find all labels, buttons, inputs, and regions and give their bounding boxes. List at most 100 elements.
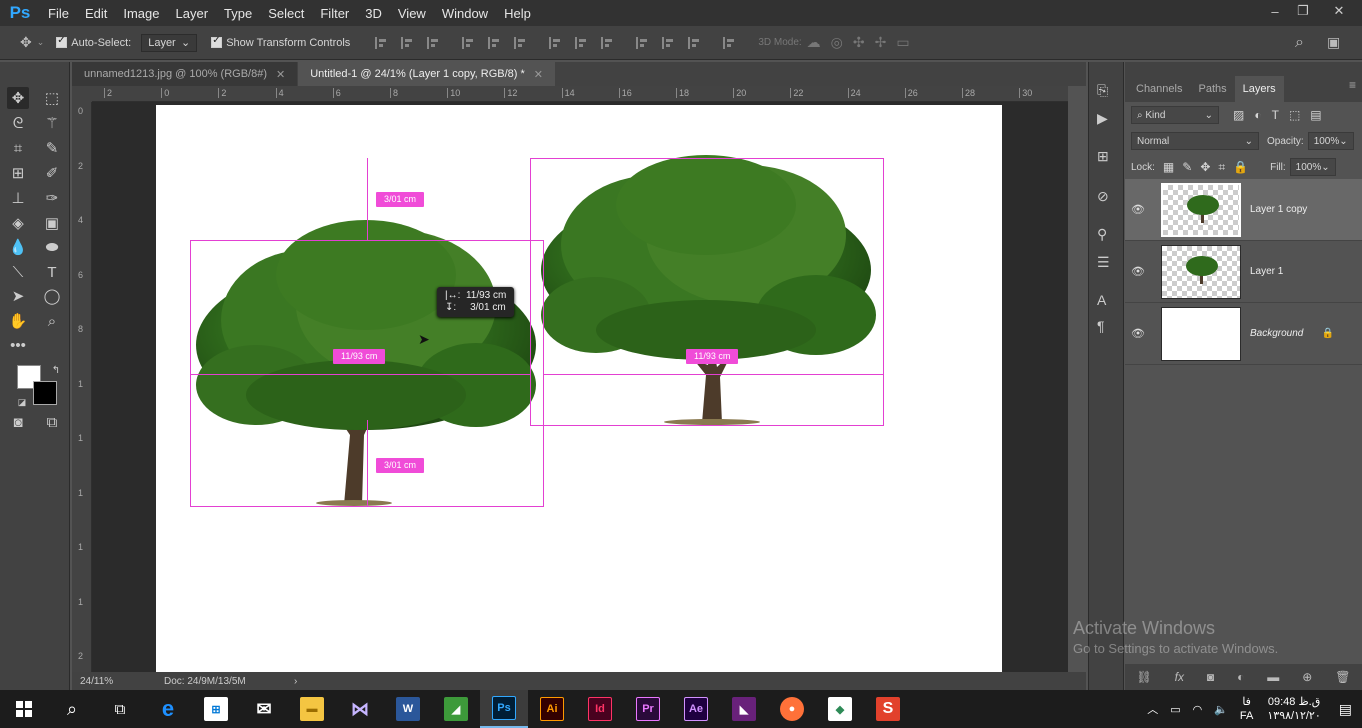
gradient-icon[interactable]: ▣ — [41, 212, 63, 234]
tool-preset-chevron-icon[interactable]: ⌄ — [37, 37, 45, 48]
3d-slide-icon[interactable]: ✢ — [875, 34, 887, 51]
filter-adjustment-icon[interactable]: ◐ — [1254, 108, 1261, 122]
taskbar-edge[interactable]: e — [144, 690, 192, 728]
blend-mode-dropdown[interactable]: Normal ⌄ — [1131, 132, 1259, 150]
path-select-icon[interactable]: ➤ — [7, 285, 29, 307]
filter-type-icon[interactable]: T — [1272, 108, 1279, 122]
close-icon[interactable]: ✕ — [534, 68, 543, 81]
filter-pixel-icon[interactable]: ▨ — [1233, 108, 1244, 122]
new-layer-icon[interactable]: ⊕ — [1302, 670, 1312, 684]
align-hcenter-icon[interactable] — [488, 36, 500, 49]
actions-panel-icon[interactable]: ▶ — [1097, 110, 1108, 127]
layer-name[interactable]: Layer 1 copy — [1250, 204, 1307, 215]
blur-tool-icon[interactable]: 💧 — [7, 236, 29, 258]
close-icon[interactable]: ✕ — [276, 68, 285, 81]
properties-panel-icon[interactable]: ☰ — [1097, 254, 1110, 271]
brush-tool-icon[interactable]: ✐ — [41, 162, 63, 184]
hand-tool-icon[interactable]: ✋ — [7, 310, 29, 332]
quick-mask-icon[interactable]: ◙ — [7, 411, 29, 433]
background-color-swatch[interactable] — [33, 381, 57, 405]
taskbar-mail[interactable]: ✉ — [240, 690, 288, 728]
3d-pan-icon[interactable]: ✣ — [853, 34, 865, 51]
status-menu-arrow[interactable]: › — [294, 676, 297, 687]
opacity-input[interactable]: 100% ⌄ — [1307, 132, 1354, 150]
menu-file[interactable]: File — [40, 6, 77, 21]
layer-row[interactable]: 👁 Layer 1 copy — [1125, 179, 1362, 241]
align-bottom-icon[interactable] — [427, 36, 439, 49]
character-panel-icon[interactable]: A — [1097, 292, 1106, 308]
swap-colors-icon[interactable]: ↰ — [45, 359, 67, 381]
task-view-button[interactable]: ⧉ — [96, 690, 144, 728]
pen-tool-icon[interactable]: ⟍ — [7, 261, 29, 283]
align-left-icon[interactable] — [462, 36, 474, 49]
layer-row[interactable]: 👁 Background 🔒 — [1125, 303, 1362, 365]
taskbar-store[interactable]: ⊞ — [192, 690, 240, 728]
transform-controls-checkbox[interactable] — [211, 35, 223, 48]
distribute-hcenter-icon[interactable] — [662, 36, 674, 49]
taskbar-premiere[interactable]: Pr — [624, 690, 672, 728]
screen-mode-icon[interactable]: ⧉ — [41, 411, 63, 433]
add-mask-icon[interactable]: ◙ — [1207, 670, 1214, 684]
distribute-top-icon[interactable] — [549, 36, 561, 49]
language-indicator[interactable]: فا FA — [1240, 695, 1253, 723]
search-icon[interactable]: ⌕ — [1295, 34, 1304, 52]
brushes-panel-icon[interactable]: ⚲ — [1097, 226, 1107, 243]
taskbar-explorer[interactable]: ▬ — [288, 690, 336, 728]
type-tool-icon[interactable]: T — [41, 261, 63, 283]
close-button[interactable]: ✕ — [1324, 0, 1354, 22]
magic-wand-icon[interactable]: ⚚ — [41, 112, 63, 134]
dodge-tool-icon[interactable]: ⬬ — [41, 236, 63, 258]
eraser-icon[interactable]: ◈ — [7, 212, 29, 234]
filter-smart-object-icon[interactable]: ▤ — [1310, 108, 1321, 122]
align-top-icon[interactable] — [375, 36, 387, 49]
tab-unnamed1213[interactable]: unnamed1213.jpg @ 100% (RGB/8#) ✕ — [72, 62, 298, 86]
minimize-button[interactable]: – — [1260, 0, 1290, 22]
taskbar-word[interactable]: W — [384, 690, 432, 728]
filter-shape-icon[interactable]: ⬚ — [1289, 108, 1300, 122]
layer-name[interactable]: Layer 1 — [1250, 266, 1283, 277]
menu-layer[interactable]: Layer — [168, 6, 217, 21]
start-button[interactable] — [0, 690, 48, 728]
move-tool-icon[interactable]: ✥ — [7, 87, 29, 109]
menu-view[interactable]: View — [390, 6, 434, 21]
adjustment-layer-icon[interactable]: ◐ — [1237, 670, 1244, 684]
lock-transparent-icon[interactable]: ▦ — [1163, 160, 1174, 174]
marquee-tool-icon[interactable]: ⬚ — [41, 87, 63, 109]
battery-icon[interactable]: ▭ — [1170, 703, 1180, 716]
distribute-bottom-icon[interactable] — [601, 36, 613, 49]
tab-untitled-1[interactable]: Untitled-1 @ 24/1% (Layer 1 copy, RGB/8)… — [298, 62, 555, 86]
move-tool-icon[interactable]: ✥ — [20, 34, 32, 51]
taskbar-aftereffects[interactable]: Ae — [672, 690, 720, 728]
menu-type[interactable]: Type — [216, 6, 260, 21]
taskbar-firefox[interactable]: ● — [768, 690, 816, 728]
menu-window[interactable]: Window — [434, 6, 496, 21]
taskbar-app-diamond[interactable]: ◆ — [816, 690, 864, 728]
menu-edit[interactable]: Edit — [77, 6, 115, 21]
distribute-right-icon[interactable] — [688, 36, 700, 49]
lock-all-icon[interactable]: 🔒 — [1233, 160, 1248, 174]
layer-row[interactable]: 👁 Layer 1 — [1125, 241, 1362, 303]
eye-icon[interactable]: 👁 — [1125, 203, 1151, 216]
3d-orbit-icon[interactable]: ☁ — [807, 34, 821, 51]
taskbar-indesign[interactable]: Id — [576, 690, 624, 728]
menu-filter[interactable]: Filter — [312, 6, 357, 21]
crop-tool-icon[interactable]: ⌗ — [7, 137, 29, 159]
taskbar-vs[interactable]: ⋈ — [336, 690, 384, 728]
chevron-up-icon[interactable]: ︿ — [1147, 701, 1158, 717]
clone-stamp-icon[interactable]: ⊥ — [7, 187, 29, 209]
healing-brush-icon[interactable]: ⊞ — [7, 162, 29, 184]
link-layers-icon[interactable]: ⛓ — [1136, 670, 1151, 684]
eye-icon[interactable]: 👁 — [1125, 327, 1151, 340]
vertical-scrollbar[interactable] — [1068, 102, 1086, 672]
adjustments-panel-icon[interactable]: ⊘ — [1097, 188, 1109, 205]
lock-position-icon[interactable]: ✥ — [1200, 160, 1210, 174]
fill-input[interactable]: 100% ⌄ — [1289, 158, 1336, 176]
menu-3d[interactable]: 3D — [357, 6, 390, 21]
distribute-vcenter-icon[interactable] — [575, 36, 587, 49]
panel-menu-icon[interactable]: ≡ — [1349, 78, 1356, 92]
lock-artboard-icon[interactable]: ⌗ — [1218, 160, 1225, 175]
taskbar-photoshop[interactable]: Ps — [480, 690, 528, 728]
trash-icon[interactable]: 🗑 — [1335, 670, 1350, 684]
menu-help[interactable]: Help — [496, 6, 539, 21]
history-panel-icon[interactable]: ⎘ — [1097, 82, 1108, 99]
